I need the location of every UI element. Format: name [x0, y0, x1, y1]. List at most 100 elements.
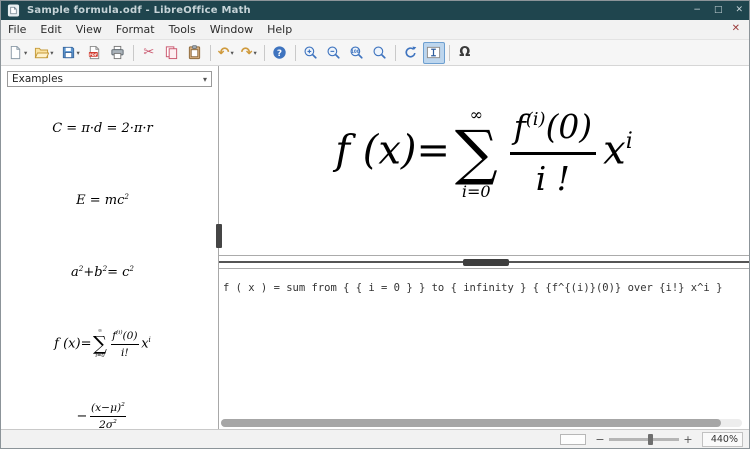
- toolbar-separator: [264, 45, 265, 61]
- fraction-numerator: f(i)(0): [111, 329, 139, 343]
- undo-button[interactable]: ↶▾: [215, 42, 237, 64]
- zoom-out-icon: [326, 45, 341, 60]
- zoom-level[interactable]: 440%: [702, 432, 743, 447]
- new-button[interactable]: ▾: [5, 42, 30, 64]
- app-window: Sample formula.odf - LibreOffice Math − □…: [0, 0, 750, 449]
- scrollbar-thumb[interactable]: [221, 419, 721, 427]
- zoom-slider-handle[interactable]: [648, 434, 653, 445]
- math-text: (x−μ): [91, 401, 121, 414]
- sum-symbol: ∑: [455, 125, 498, 182]
- menu-view[interactable]: View: [69, 20, 109, 39]
- toolbar-separator: [133, 45, 134, 61]
- zoom-out-button[interactable]: [323, 42, 345, 64]
- toolbar-separator: [210, 45, 211, 61]
- horizontal-splitter[interactable]: [219, 256, 749, 268]
- menu-edit[interactable]: Edit: [33, 20, 68, 39]
- redo-button[interactable]: ↷▾: [238, 42, 260, 64]
- paste-icon: [187, 45, 202, 60]
- menu-file[interactable]: File: [1, 20, 33, 39]
- zoom-in-control[interactable]: +: [683, 434, 693, 445]
- math-text: = c: [107, 265, 129, 280]
- example-formula: a2+b2= c2: [71, 264, 134, 280]
- examples-list: C = π·d = 2·π·r E = mc2 a2+b2= c2 f (x)=∞∑i…: [1, 92, 218, 429]
- examples-selector-value: Examples: [12, 73, 63, 85]
- export-pdf-icon: PDF: [87, 45, 102, 60]
- toolbar: ▾▾▾PDF✂↶▾↷▾?100Ω: [1, 40, 749, 66]
- math-sum: ∞∑i=0: [455, 105, 498, 202]
- example-formula: E = mc2: [76, 192, 129, 208]
- menu-format[interactable]: Format: [109, 20, 162, 39]
- cut-button[interactable]: ✂: [138, 42, 160, 64]
- zoom-controls: − +: [595, 433, 693, 446]
- refresh-icon: [403, 45, 418, 60]
- menubar-items: FileEditViewFormatToolsWindowHelp: [1, 20, 299, 39]
- paste-button[interactable]: [184, 42, 206, 64]
- export-pdf-button[interactable]: PDF: [84, 42, 106, 64]
- zoom-button[interactable]: [369, 42, 391, 64]
- math-text: −: [76, 409, 87, 424]
- fraction-bar: [111, 344, 139, 345]
- close-document-button[interactable]: ✕: [723, 20, 749, 39]
- copy-icon: [164, 45, 179, 60]
- math-fraction: (x−μ)22σ2: [90, 401, 126, 429]
- dropdown-arrow-icon: ▾: [24, 49, 27, 57]
- formula-preview[interactable]: f (x)=∞∑i=0f(i)(0)i !xi: [219, 66, 749, 256]
- svg-text:?: ?: [277, 49, 282, 59]
- zoom-in-icon: [303, 45, 318, 60]
- zoom-out-control[interactable]: −: [595, 434, 605, 445]
- svg-text:PDF: PDF: [90, 53, 99, 57]
- open-button[interactable]: ▾: [31, 42, 56, 64]
- copy-button[interactable]: [161, 42, 183, 64]
- fraction-bar: [510, 152, 596, 155]
- maximize-button[interactable]: □: [714, 6, 723, 15]
- chevron-down-icon: ▾: [203, 75, 207, 84]
- math-text: +b: [83, 265, 102, 280]
- title-bar: Sample formula.odf - LibreOffice Math − □…: [1, 1, 749, 20]
- editor-hscrollbar[interactable]: [221, 419, 742, 427]
- math-fraction: f(i)(0)i !: [510, 106, 596, 200]
- zoom-slider[interactable]: [609, 433, 679, 446]
- math-superscript: (i): [526, 108, 546, 131]
- help-button[interactable]: ?: [269, 42, 291, 64]
- examples-selector[interactable]: Examples ▾: [7, 71, 212, 87]
- menu-window[interactable]: Window: [203, 20, 260, 39]
- zoom-100-icon: 100: [349, 45, 364, 60]
- command-text[interactable]: f ( x ) = sum from { { i = 0 } } to { in…: [219, 269, 749, 296]
- math-superscript: 2: [121, 402, 125, 410]
- example-mass-energy[interactable]: E = mc2: [1, 164, 218, 236]
- dropdown-arrow-icon: ▾: [231, 49, 234, 57]
- zoom-in-button[interactable]: [300, 42, 322, 64]
- refresh-button[interactable]: [400, 42, 422, 64]
- example-circle-circumference[interactable]: C = π·d = 2·π·r: [1, 92, 218, 164]
- sidebar-splitter-handle[interactable]: [216, 224, 222, 248]
- undo-icon: ↶: [218, 46, 230, 60]
- sum-symbol: ∑: [93, 335, 107, 354]
- save-button[interactable]: ▾: [58, 42, 83, 64]
- splitter-handle[interactable]: [463, 259, 509, 266]
- menu-tools[interactable]: Tools: [162, 20, 203, 39]
- open-icon: [34, 45, 49, 60]
- dropdown-arrow-icon: ▾: [77, 49, 80, 57]
- menu-help[interactable]: Help: [260, 20, 299, 39]
- formula-cursor-icon: [426, 45, 441, 60]
- math-text: a: [71, 265, 79, 280]
- window-title: Sample formula.odf - LibreOffice Math: [27, 5, 251, 16]
- example-pythagorean-theorem[interactable]: a2+b2= c2: [1, 236, 218, 308]
- zoom-icon: [372, 45, 387, 60]
- fraction-denominator: 2σ2: [98, 418, 118, 429]
- close-button[interactable]: ✕: [735, 6, 743, 15]
- command-editor[interactable]: f ( x ) = sum from { { i = 0 } } to { in…: [219, 268, 749, 429]
- symbols-button[interactable]: Ω: [454, 42, 476, 64]
- sum-lower-limit: i=0: [462, 182, 491, 202]
- formula-cursor-button[interactable]: [423, 42, 445, 64]
- toolbar-separator: [295, 45, 296, 61]
- math-text: i !: [536, 160, 570, 198]
- example-taylor-series[interactable]: f (x)=∞∑i=0f(i)(0)i!xi: [1, 308, 218, 380]
- example-gaussian-partial[interactable]: −(x−μ)22σ2: [1, 380, 218, 429]
- math-text: x: [603, 128, 626, 174]
- minimize-button[interactable]: −: [693, 6, 701, 15]
- math-text: f (x)=: [54, 337, 91, 352]
- zoom-100-button[interactable]: 100: [346, 42, 368, 64]
- print-button[interactable]: [107, 42, 129, 64]
- example-formula: f (x)=∞∑i=0f(i)(0)i!xi: [54, 328, 151, 360]
